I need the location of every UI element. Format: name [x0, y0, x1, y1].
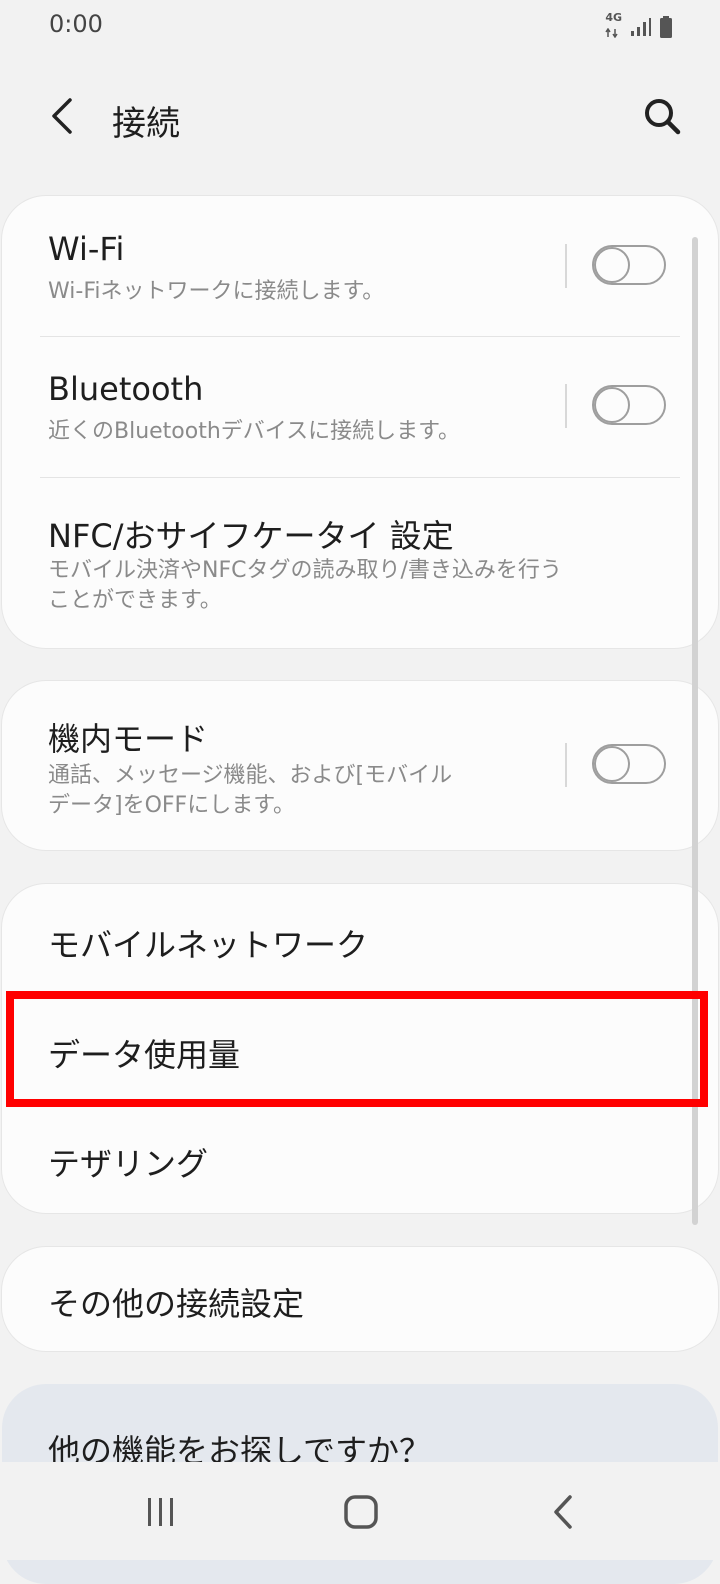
bluetooth-separator: [565, 384, 567, 428]
airplane-separator: [565, 743, 567, 787]
nfc-row[interactable]: NFC/おサイフケータイ 設定 モバイル決済やNFCタグの読み取り/書き込みを行…: [2, 478, 718, 648]
status-bar: 0:00 4G: [0, 0, 720, 50]
airplane-toggle[interactable]: [592, 744, 666, 784]
page-title: 接続: [112, 104, 180, 144]
wifi-subtitle: Wi-Fiネットワークに接続します。: [48, 279, 385, 304]
home-button[interactable]: [331, 1486, 391, 1538]
back-button[interactable]: [34, 88, 90, 144]
recent-apps-button[interactable]: [131, 1486, 191, 1538]
data-arrows-icon: [605, 27, 618, 39]
more-settings-title: その他の接続設定: [48, 1285, 305, 1323]
airplane-title: 機内モード: [48, 720, 209, 758]
navigation-bar: [0, 1462, 720, 1560]
wifi-toggle[interactable]: [592, 245, 666, 285]
airplane-subtitle-line1: 通話、メッセージ機能、および[モバイル: [48, 763, 453, 788]
network-type-icon: 4G: [605, 12, 622, 42]
nfc-subtitle-line2: ことができます。: [48, 588, 222, 613]
mobile-network-row[interactable]: モバイルネットワーク: [2, 884, 718, 994]
wifi-row[interactable]: Wi-Fi Wi-Fiネットワークに接続します。: [2, 196, 718, 336]
mobile-network-title: モバイルネットワーク: [48, 926, 369, 964]
tethering-row[interactable]: テザリング: [2, 1104, 718, 1213]
app-header: 接続: [0, 70, 720, 166]
connections-card: Wi-Fi Wi-Fiネットワークに接続します。 Bluetooth 近くのBl…: [2, 196, 718, 648]
network-type-label: 4G: [605, 11, 622, 24]
airplane-subtitle-line2: データ]をOFFにします。: [48, 793, 296, 818]
wifi-toggle-knob: [594, 247, 630, 283]
status-time: 0:00: [49, 10, 103, 38]
more-settings-row[interactable]: その他の接続設定: [2, 1247, 718, 1351]
wifi-separator: [565, 244, 567, 288]
battery-icon: [660, 16, 672, 38]
recent-apps-icon: [148, 1498, 173, 1526]
bluetooth-toggle-knob: [594, 387, 630, 423]
tethering-title: テザリング: [48, 1145, 209, 1183]
airplane-row[interactable]: 機内モード 通話、メッセージ機能、および[モバイル データ]をOFFにします。: [2, 681, 718, 850]
airplane-card: 機内モード 通話、メッセージ機能、および[モバイル データ]をOFFにします。: [2, 681, 718, 850]
nav-back-button[interactable]: [533, 1486, 593, 1538]
search-icon: [645, 99, 681, 135]
airplane-toggle-knob: [594, 746, 630, 782]
bluetooth-toggle[interactable]: [592, 385, 666, 425]
wifi-title: Wi-Fi: [48, 230, 125, 268]
status-icons: 4G: [605, 12, 672, 42]
bluetooth-subtitle: 近くのBluetoothデバイスに接続します。: [48, 419, 460, 444]
back-arrow-icon: [52, 98, 72, 134]
search-button[interactable]: [634, 88, 690, 144]
bluetooth-row[interactable]: Bluetooth 近くのBluetoothデバイスに接続します。: [2, 337, 718, 477]
nfc-subtitle-line1: モバイル決済やNFCタグの読み取り/書き込みを行う: [48, 558, 562, 583]
more-settings-card: その他の接続設定: [2, 1247, 718, 1351]
bluetooth-title: Bluetooth: [48, 370, 204, 408]
home-icon: [344, 1495, 378, 1529]
signal-icon: [631, 18, 651, 36]
highlight-box: [6, 991, 708, 1107]
nfc-title: NFC/おサイフケータイ 設定: [48, 517, 454, 555]
nav-back-icon: [554, 1495, 572, 1529]
